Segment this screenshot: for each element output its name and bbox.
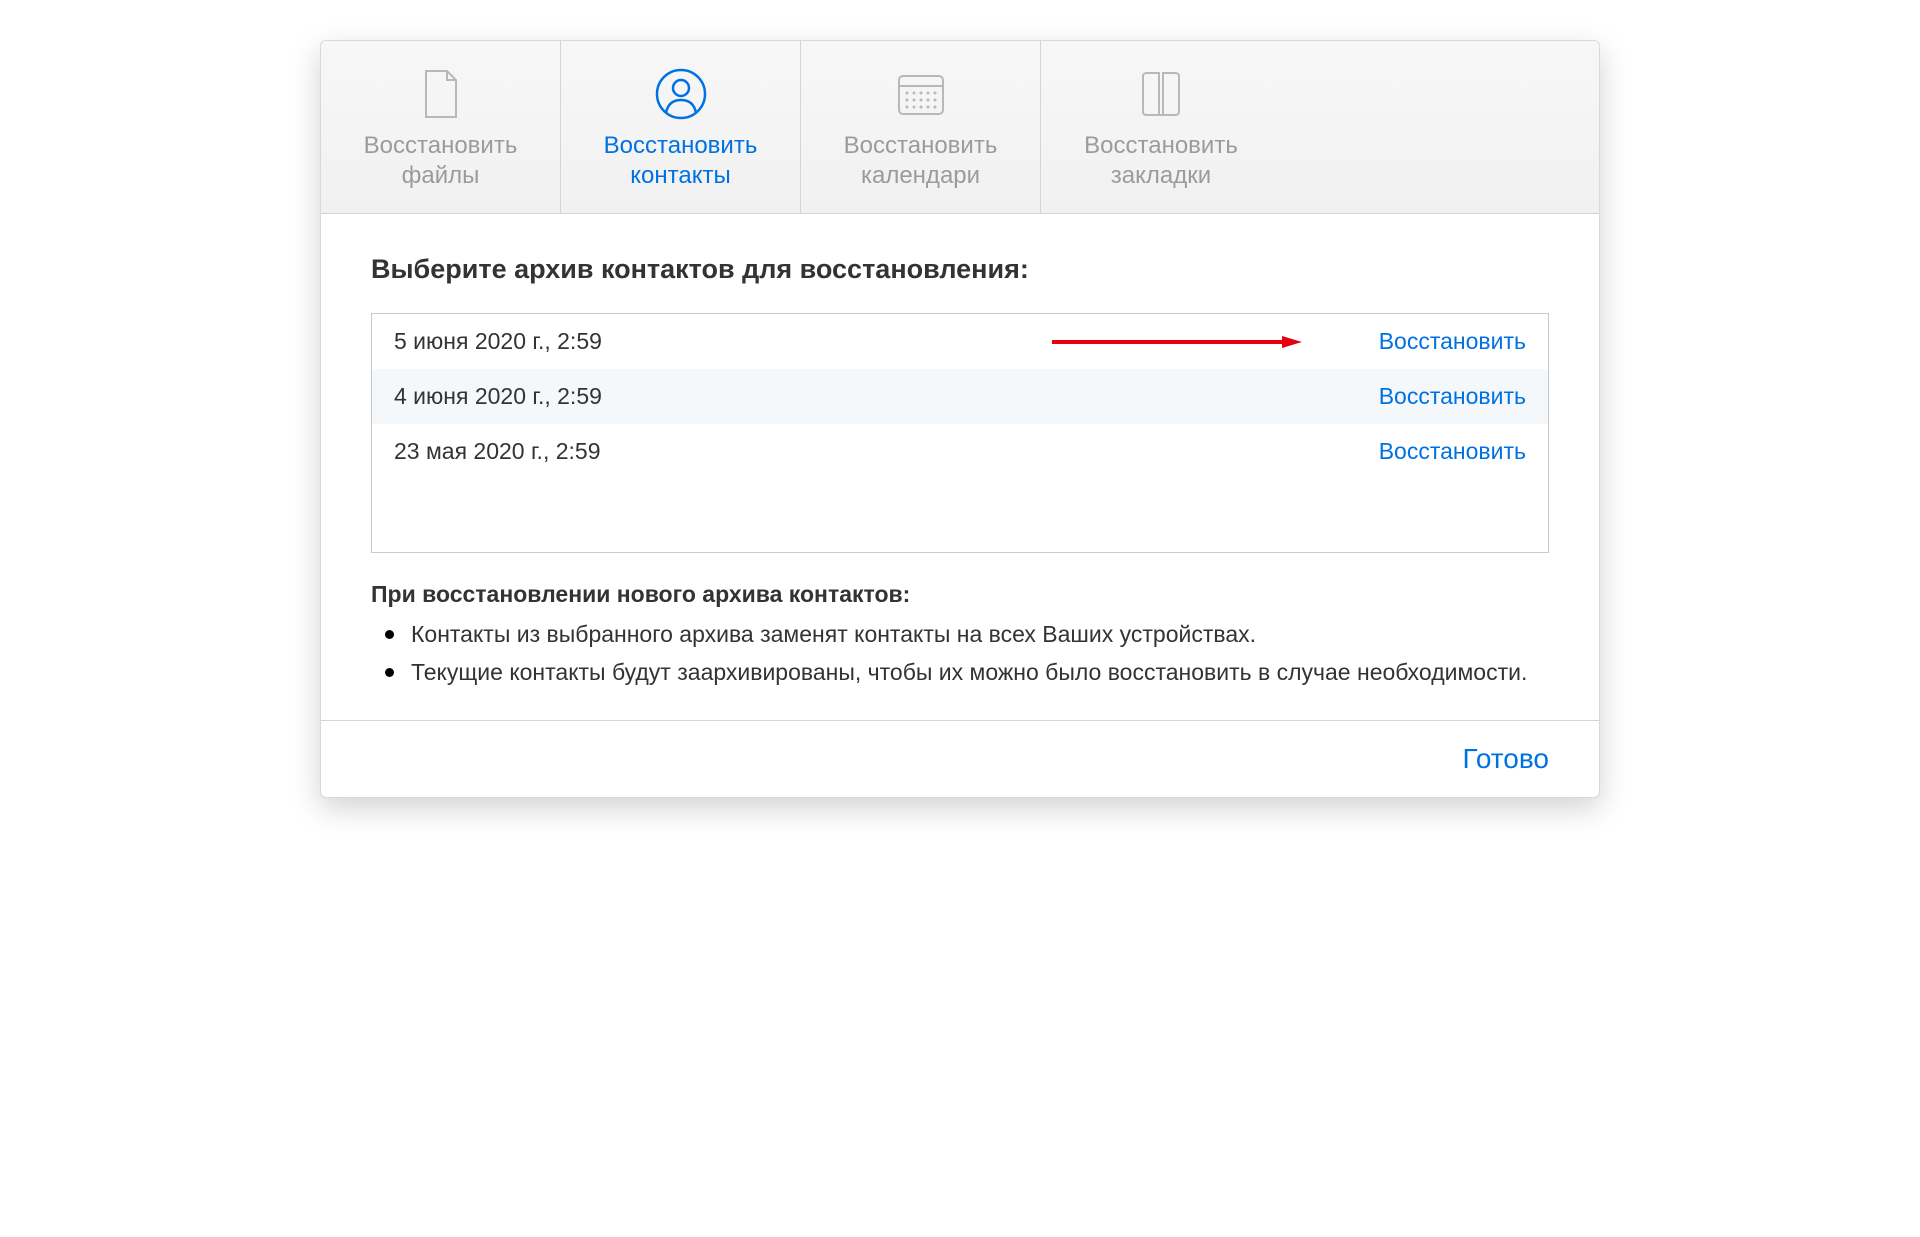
contact-icon (571, 65, 790, 123)
restore-link[interactable]: Восстановить (1379, 438, 1526, 465)
tab-restore-files[interactable]: Восстановить файлы (321, 41, 561, 213)
bookmark-icon (1051, 65, 1271, 123)
restore-link[interactable]: Восстановить (1379, 328, 1526, 355)
done-button[interactable]: Готово (1463, 743, 1549, 775)
info-bullets: Контакты из выбранного архива заменят ко… (371, 618, 1549, 688)
content-area: Выберите архив контактов для восстановле… (321, 214, 1599, 720)
archive-row: 5 июня 2020 г., 2:59 Восстановить (372, 314, 1548, 369)
bullet-item: Текущие контакты будут заархивированы, ч… (371, 656, 1549, 688)
file-icon (331, 65, 550, 123)
content-heading: Выберите архив контактов для восстановле… (371, 254, 1549, 285)
tab-label: Восстановить файлы (331, 131, 550, 191)
restore-tabs: Восстановить файлы Восстановить контакты (321, 41, 1599, 214)
archive-date: 4 июня 2020 г., 2:59 (394, 383, 602, 410)
archive-date: 5 июня 2020 г., 2:59 (394, 328, 602, 355)
tab-restore-calendars[interactable]: Восстановить календари (801, 41, 1041, 213)
archive-row: 4 июня 2020 г., 2:59 Восстановить (372, 369, 1548, 424)
bullet-item: Контакты из выбранного архива заменят ко… (371, 618, 1549, 650)
archive-list: 5 июня 2020 г., 2:59 Восстановить 4 июня… (371, 313, 1549, 553)
restore-link[interactable]: Восстановить (1379, 383, 1526, 410)
tab-label: Восстановить контакты (571, 131, 790, 191)
arrow-annotation-icon (1052, 334, 1302, 350)
tab-label: Восстановить закладки (1051, 131, 1271, 191)
tab-restore-bookmarks[interactable]: Восстановить закладки (1041, 41, 1281, 213)
archive-row: 23 мая 2020 г., 2:59 Восстановить (372, 424, 1548, 479)
archive-date: 23 мая 2020 г., 2:59 (394, 438, 601, 465)
dialog-footer: Готово (321, 720, 1599, 797)
tab-restore-contacts[interactable]: Восстановить контакты (561, 41, 801, 213)
calendar-icon (811, 65, 1030, 123)
restore-dialog: Восстановить файлы Восстановить контакты (320, 40, 1600, 798)
info-heading: При восстановлении нового архива контакт… (371, 581, 1549, 608)
tab-label: Восстановить календари (811, 131, 1030, 191)
